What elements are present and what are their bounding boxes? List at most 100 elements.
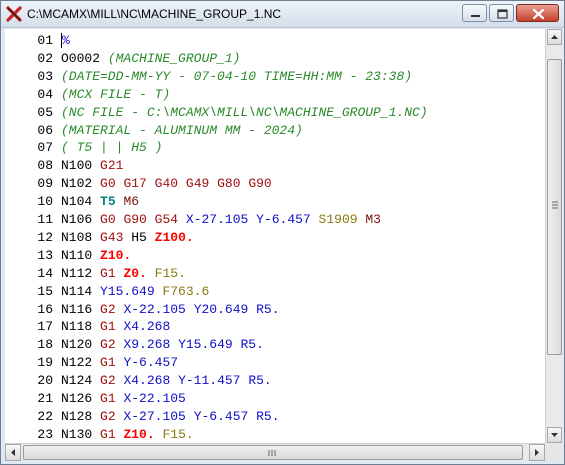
scroll-left-button[interactable] <box>5 444 21 461</box>
scroll-right-button[interactable] <box>529 444 545 461</box>
code-line[interactable]: 01% <box>5 32 70 49</box>
code-token: N104 <box>61 194 93 210</box>
arrow-up-icon <box>551 35 558 39</box>
close-button[interactable] <box>516 4 559 22</box>
code-token: N118 <box>61 319 93 335</box>
code-token: G1 <box>100 391 116 406</box>
code-token: Y-6.457 <box>256 212 311 227</box>
code-token: N102 <box>61 176 93 192</box>
line-number: 02 <box>37 50 53 66</box>
code-token: N120 <box>61 337 93 353</box>
mastercam-x-icon[interactable] <box>6 6 22 22</box>
code-token: N128 <box>61 408 93 424</box>
code-token: N116 <box>61 301 93 317</box>
horizontal-scrollbar[interactable] <box>5 443 545 461</box>
code-token: (NC FILE - C:\MCAMX\MILL\NC\MACHINE_GROU… <box>61 104 428 120</box>
code-token: Y15.649 <box>100 283 155 299</box>
code-token: Y-6.457 <box>193 408 249 424</box>
vertical-scroll-thumb[interactable] <box>547 59 562 355</box>
code-token: R5. <box>256 301 280 317</box>
code-line[interactable]: 09 N102 G0 G17 G40 G49 G80 G90 <box>5 175 272 192</box>
code-token: G2 <box>100 301 116 317</box>
code-line[interactable]: 10 N104 T5 M6 <box>5 193 139 210</box>
code-token: N114 <box>61 283 93 299</box>
code-line[interactable]: 14 N112 G1 Z0. F15. <box>5 265 186 282</box>
code-line[interactable]: 07 ( T5 | | H5 ) <box>5 139 162 156</box>
scroll-up-button[interactable] <box>547 29 562 45</box>
code-token: F15. <box>162 426 194 442</box>
title-bar[interactable]: C:\MCAMX\MILL\NC\MACHINE_GROUP_1.NC <box>1 1 564 28</box>
code-token: R5. <box>256 408 280 424</box>
code-line[interactable]: 13 N110 Z10. <box>5 247 131 264</box>
grip-icon <box>268 450 276 456</box>
code-token: G90 <box>248 176 272 192</box>
code-line[interactable]: 04 (MCX FILE - T) <box>5 86 170 103</box>
code-line[interactable]: 16 N116 G2 X-22.105 Y20.649 R5. <box>5 301 280 318</box>
code-line[interactable]: 22 N128 G2 X-27.105 Y-6.457 R5. <box>5 408 280 425</box>
code-token: G1 <box>100 355 116 371</box>
code-token: N124 <box>61 373 93 389</box>
code-token: Z10. <box>100 247 132 263</box>
code-line[interactable]: 08 N100 G21 <box>5 157 123 174</box>
code-line[interactable]: 18 N120 G2 X9.268 Y15.649 R5. <box>5 336 264 353</box>
line-number: 21 <box>37 391 53 406</box>
code-token: G54 <box>154 212 179 227</box>
code-token: G43 <box>100 229 124 245</box>
editor-window: C:\MCAMX\MILL\NC\MACHINE_GROUP_1.NC 01% 0… <box>0 0 565 465</box>
code-token: N130 <box>61 426 93 442</box>
line-number: 23 <box>37 426 53 442</box>
code-token: G2 <box>100 337 116 353</box>
code-token: N110 <box>61 247 93 263</box>
scroll-down-button[interactable] <box>547 427 562 443</box>
code-token: (MCX FILE - T) <box>61 86 171 102</box>
code-token: (DATE=DD-MM-YY - 07-04-10 TIME=HH:MM - 2… <box>61 68 413 84</box>
code-token: X-22.105 <box>123 391 186 406</box>
code-token: G40 <box>154 176 179 192</box>
code-token: O0002 <box>61 50 101 66</box>
code-token: T5 <box>100 194 116 210</box>
code-token: Y-11.457 <box>178 373 241 389</box>
code-line[interactable]: 21 N126 G1 X-22.105 <box>5 390 186 407</box>
minimize-button[interactable] <box>462 4 487 22</box>
code-line[interactable]: 17 N118 G1 X4.268 <box>5 318 170 335</box>
line-number: 04 <box>37 86 53 102</box>
line-number: 09 <box>37 176 53 192</box>
code-token: X-22.105 <box>123 301 186 317</box>
code-line[interactable]: 03 (DATE=DD-MM-YY - 07-04-10 TIME=HH:MM -… <box>5 68 412 85</box>
arrow-down-icon <box>551 433 558 437</box>
code-token: H5 <box>131 229 147 245</box>
code-token: Z100. <box>154 229 194 245</box>
code-line[interactable]: 05 (NC FILE - C:\MCAMX\MILL\NC\MACHINE_GR… <box>5 104 428 121</box>
nc-code-editor[interactable]: 01% 02 O0002 (MACHINE_GROUP_1) 03 (DATE=DD-M… <box>5 29 545 443</box>
line-number: 01 <box>37 33 53 48</box>
grip-icon <box>552 201 558 209</box>
code-line[interactable]: 02 O0002 (MACHINE_GROUP_1) <box>5 50 240 67</box>
code-token: G80 <box>217 176 241 192</box>
code-token: X-27.105 <box>185 212 249 227</box>
horizontal-scroll-thumb[interactable] <box>23 445 523 460</box>
code-line[interactable]: 20 N124 G2 X4.268 Y-11.457 R5. <box>5 372 271 389</box>
line-number: 19 <box>37 355 53 371</box>
line-number: 05 <box>37 104 53 120</box>
code-token: Y15.649 <box>178 337 233 353</box>
code-line[interactable]: 23 N130 G1 Z10. F15. <box>5 426 194 443</box>
close-icon <box>532 8 545 20</box>
scrollbar-corner <box>545 443 562 460</box>
code-token: G2 <box>100 408 116 424</box>
line-number: 11 <box>37 212 53 227</box>
arrow-left-icon <box>11 449 15 456</box>
window-controls <box>462 4 559 22</box>
line-number: 22 <box>37 408 53 424</box>
code-line[interactable]: 11 N106 G0 G90 G54 X-27.105 Y-6.457 S1909… <box>5 211 381 228</box>
code-token: G1 <box>100 426 116 442</box>
vertical-scrollbar[interactable] <box>545 29 563 443</box>
code-line[interactable]: 06 (MATERIAL - ALUMINUM MM - 2024) <box>5 122 302 139</box>
code-token: F763.6 <box>162 283 210 299</box>
code-token: ( T5 | | H5 ) <box>61 140 163 156</box>
code-line[interactable]: 19 N122 G1 Y-6.457 <box>5 354 178 371</box>
line-number: 06 <box>37 122 53 138</box>
code-token: G49 <box>185 176 210 192</box>
maximize-button[interactable] <box>489 4 514 22</box>
code-line[interactable]: 12 N108 G43 H5 Z100. <box>5 229 194 246</box>
code-line[interactable]: 15 N114 Y15.649 F763.6 <box>5 283 209 300</box>
